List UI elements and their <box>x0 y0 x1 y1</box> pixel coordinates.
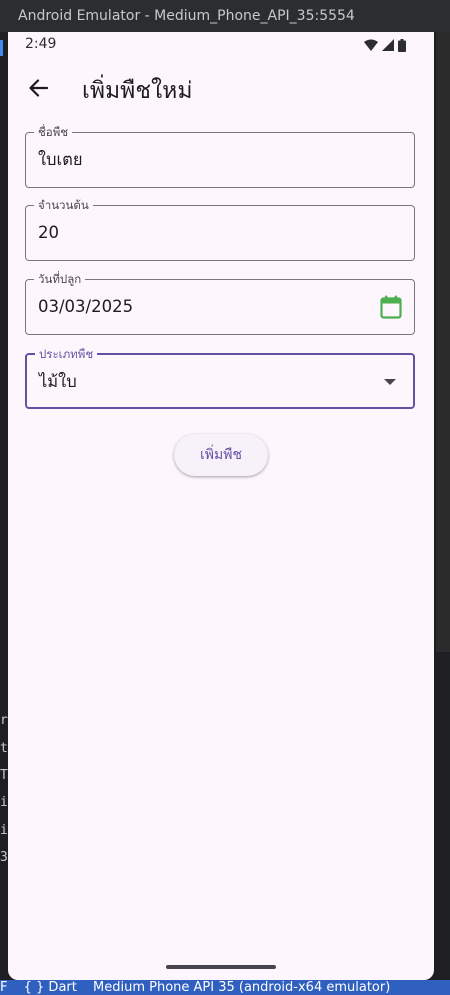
planting-date-value: 03/03/2025 <box>38 297 134 316</box>
plant-type-dropdown[interactable]: ประเภทพืช ไม้ใบ <box>25 347 415 409</box>
ide-right-panel <box>436 32 450 652</box>
page-title: เพิ่มพืชใหม่ <box>82 78 193 104</box>
plant-type-label: ประเภทพืช <box>35 347 98 361</box>
battery-icon <box>398 38 406 52</box>
dropdown-arrow-icon <box>384 379 396 385</box>
plant-count-field[interactable]: จำนวนต้น 20 <box>25 198 415 261</box>
phone-status-bar: 2:49 <box>8 32 434 58</box>
back-button[interactable] <box>24 74 52 102</box>
ide-status-item[interactable]: F <box>0 980 7 995</box>
ide-text-fragment: t <box>0 741 8 756</box>
app-bar: เพิ่มพืชใหม่ <box>8 68 434 108</box>
gesture-nav-bar[interactable] <box>166 965 276 969</box>
status-time: 2:49 <box>25 36 57 52</box>
plant-name-field[interactable]: ชื่อพืช ใบเตย <box>25 125 415 188</box>
plant-name-value: ใบเตย <box>38 150 83 169</box>
emulator-title: Android Emulator - Medium_Phone_API_35:5… <box>18 8 355 24</box>
ide-selection-mark <box>0 40 3 56</box>
phone-screen: 2:49 เพิ่มพืชใหม่ ชื่อพืช ใบเตย จำนวนต้น… <box>8 32 434 980</box>
plant-count-value: 20 <box>38 223 59 242</box>
emulator-title-bar: Android Emulator - Medium_Phone_API_35:5… <box>0 0 450 32</box>
wifi-icon <box>364 39 378 51</box>
plant-name-label: ชื่อพืช <box>34 125 73 139</box>
add-plant-button[interactable]: เพิ่มพืช <box>174 434 268 476</box>
calendar-icon[interactable] <box>380 295 402 319</box>
planting-date-label: วันที่ปลูก <box>34 272 86 286</box>
arrow-back-icon <box>29 79 48 97</box>
ide-status-item[interactable]: { } Dart <box>24 980 77 995</box>
plant-type-value: ไม้ใบ <box>39 372 77 391</box>
signal-icon <box>382 39 394 51</box>
status-icons <box>364 38 406 52</box>
ide-status-bar: F { } Dart Medium Phone API 35 (android-… <box>0 980 450 995</box>
ide-right-edge <box>434 32 450 982</box>
planting-date-field[interactable]: วันที่ปลูก 03/03/2025 <box>25 272 415 335</box>
ide-left-edge <box>0 32 8 982</box>
plant-count-label: จำนวนต้น <box>34 198 93 212</box>
ide-status-item[interactable]: Medium Phone API 35 (android-x64 emulato… <box>93 980 390 995</box>
